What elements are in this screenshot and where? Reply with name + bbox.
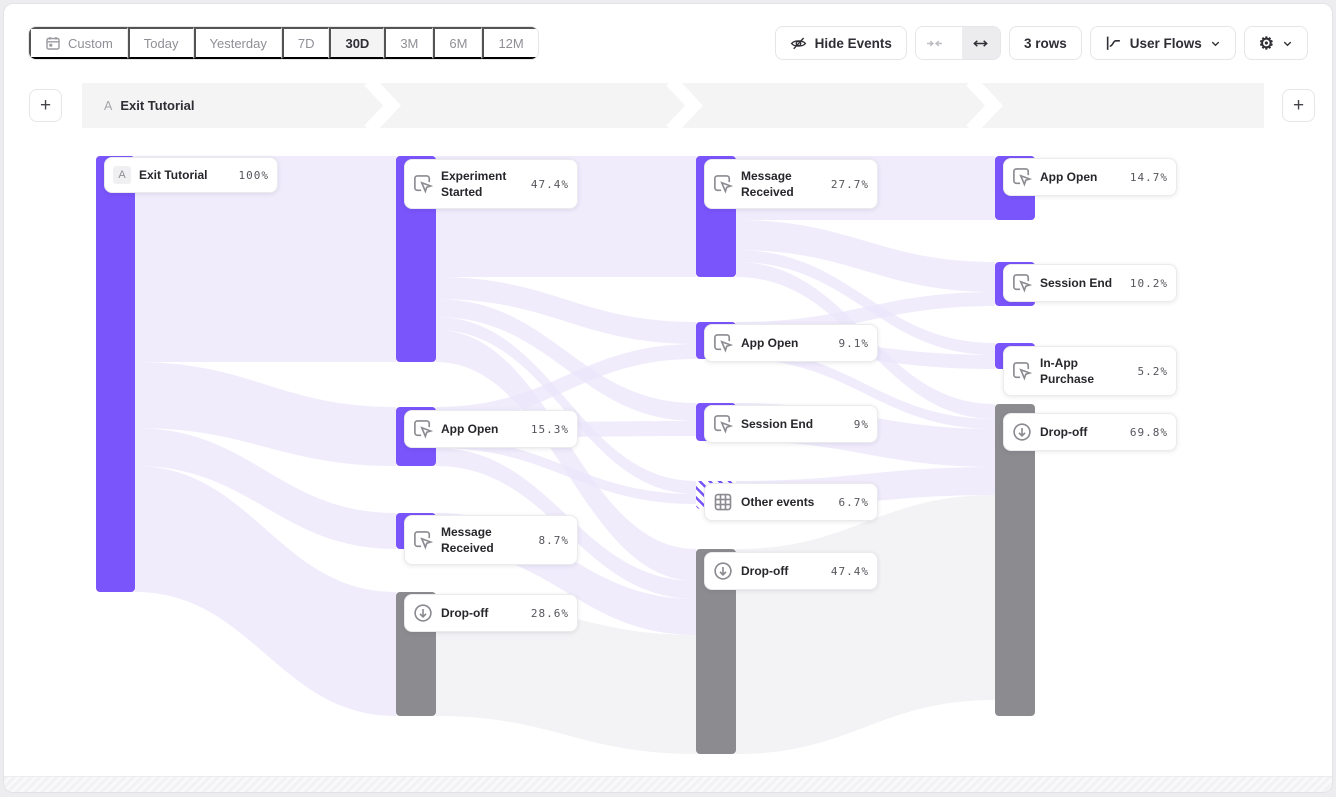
event-cursor-icon (413, 174, 433, 194)
node-label: Drop-off (741, 563, 823, 579)
flow-node-card[interactable]: Other events 6.7% (704, 483, 878, 521)
flow-node-bar[interactable] (96, 156, 135, 592)
node-percentage: 10.2% (1130, 277, 1168, 290)
flow-link (436, 299, 696, 421)
flow-link (135, 362, 396, 466)
flow-node-card[interactable]: Session End 10.2% (1003, 264, 1177, 302)
node-label: Message Received (441, 524, 531, 556)
flow-link (436, 277, 696, 344)
event-cursor-icon (713, 174, 733, 194)
node-label: App Open (741, 335, 831, 351)
node-percentage: 9.1% (839, 337, 870, 350)
flow-node-card[interactable]: In-App Purchase 5.2% (1003, 346, 1177, 396)
node-label: Drop-off (1040, 424, 1122, 440)
node-label: Session End (1040, 275, 1122, 291)
node-percentage: 28.6% (531, 607, 569, 620)
user-flows-sankey: A Exit Tutorial 100% Experiment Started 47.4… (4, 4, 1332, 792)
node-label: Experiment Started (441, 168, 523, 200)
flow-link (736, 495, 995, 754)
node-label: Session End (741, 416, 846, 432)
flow-link (135, 466, 396, 716)
node-label: In-App Purchase (1040, 355, 1130, 387)
bottom-scroll-strip[interactable] (4, 776, 1332, 792)
flow-node-card[interactable]: App Open 15.3% (404, 410, 578, 448)
dropoff-arrow-icon (713, 561, 733, 581)
step-letter-badge: A (113, 166, 131, 184)
other-events-grid-icon (713, 492, 733, 512)
event-cursor-icon (713, 333, 733, 353)
node-percentage: 5.2% (1138, 365, 1169, 378)
node-percentage: 8.7% (539, 534, 570, 547)
flow-node-card[interactable]: Message Received 8.7% (404, 515, 578, 565)
event-cursor-icon (1012, 167, 1032, 187)
flow-node-card[interactable]: Drop-off 69.8% (1003, 413, 1177, 451)
flow-node-card[interactable]: App Open 14.7% (1003, 158, 1177, 196)
flow-node-card[interactable]: Experiment Started 47.4% (404, 159, 578, 209)
flow-node-card[interactable]: Drop-off 47.4% (704, 552, 878, 590)
dropoff-arrow-icon (413, 603, 433, 623)
event-cursor-icon (1012, 273, 1032, 293)
main-panel: CustomTodayYesterday7D30D3M6M12M Hide Ev… (3, 3, 1333, 793)
node-percentage: 6.7% (839, 496, 870, 509)
node-percentage: 15.3% (531, 423, 569, 436)
node-label: Exit Tutorial (139, 167, 231, 183)
node-percentage: 9% (854, 418, 869, 431)
flow-node-card[interactable]: Session End 9% (704, 405, 878, 443)
node-percentage: 14.7% (1130, 171, 1168, 184)
flow-link (736, 220, 995, 292)
node-label: Drop-off (441, 605, 523, 621)
node-label: App Open (441, 421, 523, 437)
node-percentage: 27.7% (831, 178, 869, 191)
node-percentage: 100% (239, 169, 270, 182)
flow-links-layer (4, 4, 1333, 793)
event-cursor-icon (413, 419, 433, 439)
dropoff-arrow-icon (1012, 422, 1032, 442)
flow-node-card[interactable]: Drop-off 28.6% (404, 594, 578, 632)
flow-node-card[interactable]: App Open 9.1% (704, 324, 878, 362)
node-percentage: 69.8% (1130, 426, 1168, 439)
event-cursor-icon (1012, 361, 1032, 381)
event-cursor-icon (713, 414, 733, 434)
node-label: App Open (1040, 169, 1122, 185)
event-cursor-icon (413, 530, 433, 550)
flow-link (135, 428, 396, 549)
node-label: Message Received (741, 168, 823, 200)
node-percentage: 47.4% (831, 565, 869, 578)
flow-link (436, 317, 696, 494)
flow-node-card[interactable]: A Exit Tutorial 100% (104, 157, 278, 193)
flow-node-card[interactable]: Message Received 27.7% (704, 159, 878, 209)
node-label: Other events (741, 494, 831, 510)
node-percentage: 47.4% (531, 178, 569, 191)
